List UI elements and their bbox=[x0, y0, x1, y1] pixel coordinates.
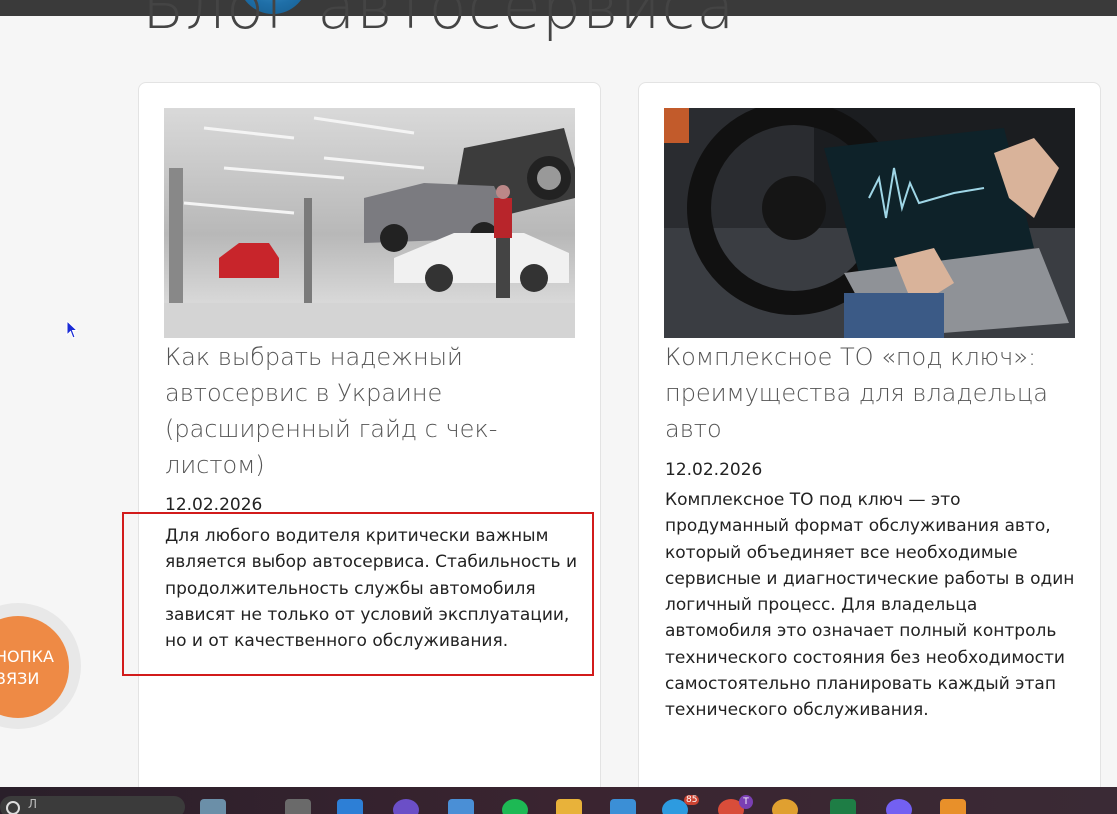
widgets-icon[interactable] bbox=[337, 799, 363, 814]
post-image-garage[interactable] bbox=[164, 108, 575, 338]
excel-icon[interactable] bbox=[830, 799, 856, 814]
chrome-icon[interactable] bbox=[772, 799, 798, 814]
teams-icon[interactable] bbox=[393, 799, 419, 814]
app-icon[interactable] bbox=[940, 799, 966, 814]
blog-post-card[interactable]: Комплексное ТО «под ключ»: преимущества … bbox=[638, 82, 1101, 814]
calculator-icon[interactable] bbox=[448, 799, 474, 814]
highlight-annotation-box bbox=[122, 512, 594, 676]
viber-icon[interactable] bbox=[886, 799, 912, 814]
callback-label-line2: ВЯЗИ bbox=[0, 669, 40, 688]
mouse-cursor-icon bbox=[66, 320, 79, 339]
post-title[interactable]: Как выбрать надежный автосервис в Украин… bbox=[165, 339, 585, 483]
post-image-diagnostics[interactable] bbox=[664, 108, 1075, 338]
post-date: 12.02.2026 bbox=[665, 460, 763, 480]
file-explorer-icon[interactable] bbox=[556, 799, 582, 814]
telegram-badge: 85 bbox=[684, 795, 700, 805]
post-title[interactable]: Комплексное ТО «под ключ»: преимущества … bbox=[665, 339, 1085, 447]
callback-label-line1: НОПКА bbox=[0, 647, 54, 666]
spotify-icon[interactable] bbox=[502, 799, 528, 814]
weather-icon[interactable] bbox=[200, 799, 226, 814]
os-taskbar: Л 85 T bbox=[0, 787, 1117, 814]
search-icon[interactable] bbox=[6, 801, 20, 814]
taskbar-search-placeholder: Л bbox=[28, 797, 38, 811]
post-excerpt: Комплексное ТО под ключ — это продуманны… bbox=[665, 490, 1075, 721]
blog-post-card[interactable]: Как выбрать надежный автосервис в Украин… bbox=[138, 82, 601, 814]
page-title: Блог автосервиса bbox=[142, 0, 736, 43]
store-icon[interactable] bbox=[610, 799, 636, 814]
profile-badge: T bbox=[739, 795, 753, 809]
task-view-icon[interactable] bbox=[285, 799, 311, 814]
